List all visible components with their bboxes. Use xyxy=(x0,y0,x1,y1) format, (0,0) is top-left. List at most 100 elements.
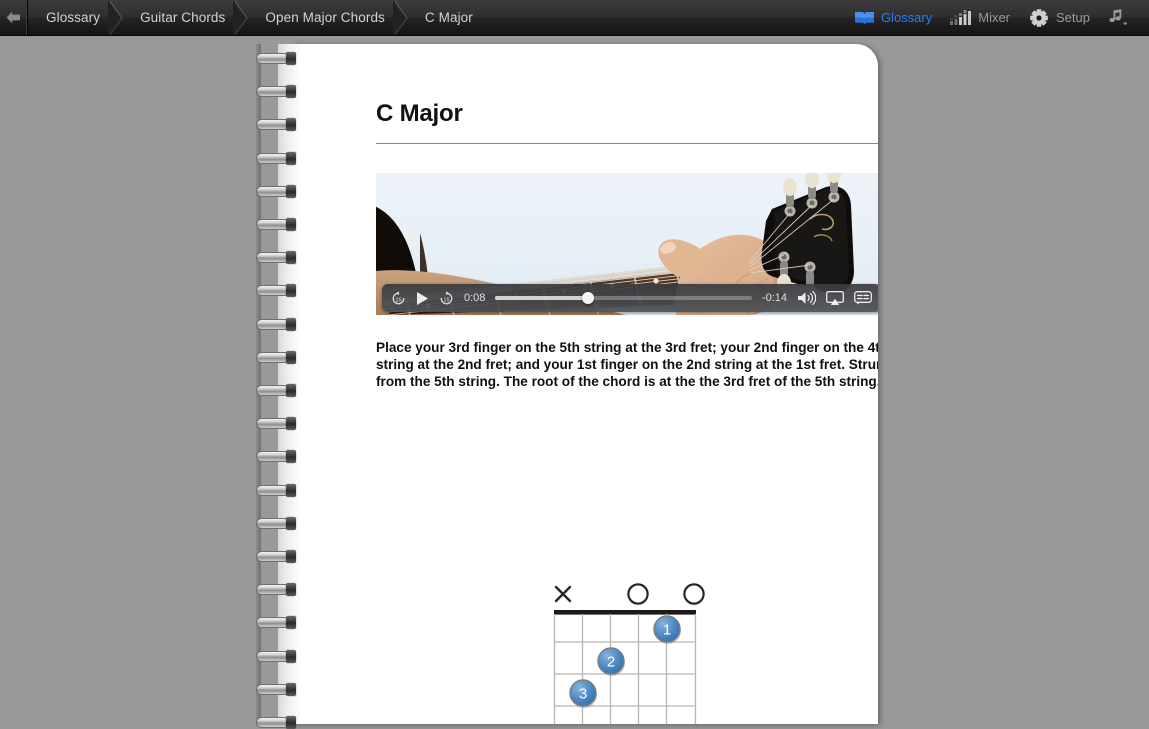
svg-text:3: 3 xyxy=(579,686,587,703)
breadcrumb: Glossary Guitar Chords Open Major Chords… xyxy=(28,0,495,36)
gear-icon xyxy=(1028,7,1050,29)
binding-ring xyxy=(256,417,296,431)
binding-ring-wire xyxy=(256,551,290,562)
binding-ring-cap xyxy=(286,417,296,431)
toolbar-item-music-note[interactable] xyxy=(1099,0,1143,36)
page-content: C Major 15 15 0:08 -0:14 Place your 3rd … xyxy=(376,100,878,390)
video-scrubber[interactable] xyxy=(495,292,752,304)
binding-ring xyxy=(256,516,296,530)
remaining-time: -0:14 xyxy=(761,292,787,304)
video-progress-fill xyxy=(495,296,588,300)
top-toolbar: Glossary Guitar Chords Open Major Chords… xyxy=(0,0,1149,36)
marker-mute-string-6 xyxy=(554,585,572,603)
binding-ring-wire xyxy=(256,219,290,230)
binding-ring-cap xyxy=(286,483,296,497)
binding-ring xyxy=(256,85,296,99)
toolbar-item-setup[interactable]: Setup xyxy=(1019,0,1099,36)
binding-ring xyxy=(256,118,296,132)
svg-text:1: 1 xyxy=(663,622,671,639)
binding-ring-wire xyxy=(256,584,290,596)
binding-ring-wire xyxy=(256,385,290,396)
chord-nut xyxy=(554,610,696,615)
binding-ring xyxy=(256,450,296,464)
toolbar-item-mixer-label: Mixer xyxy=(978,10,1011,25)
mixer-icon xyxy=(950,9,972,26)
binding-ring-wire xyxy=(256,617,290,629)
binding-ring-cap xyxy=(286,218,296,231)
binding-ring-wire xyxy=(256,152,290,164)
rewind-15-icon[interactable]: 15 xyxy=(391,290,406,306)
notebook: C Major 15 15 0:08 -0:14 Place your 3rd … xyxy=(248,44,878,729)
binding-ring-cap xyxy=(286,151,296,165)
binding-ring-wire xyxy=(256,285,290,297)
notebook-page: C Major 15 15 0:08 -0:14 Place your 3rd … xyxy=(292,44,878,724)
svg-text:15: 15 xyxy=(395,297,401,303)
volume-icon[interactable] xyxy=(797,291,816,305)
binding-ring-wire xyxy=(256,53,290,64)
airplay-icon[interactable] xyxy=(826,290,844,306)
binding-rings xyxy=(248,44,308,729)
toolbar-right-group: Glossary Mixer Setup xyxy=(845,0,1149,35)
binding-ring xyxy=(256,483,296,497)
toolbar-item-glossary[interactable]: Glossary xyxy=(845,0,941,36)
breadcrumb-label-3: C Major xyxy=(424,10,473,25)
binding-ring-cap xyxy=(286,85,296,99)
chord-string-markers xyxy=(554,583,705,605)
binding-ring-wire xyxy=(256,86,290,98)
marker-open-string-1 xyxy=(683,583,705,605)
binding-ring xyxy=(256,52,296,65)
breadcrumb-label-0: Glossary xyxy=(46,10,101,25)
binding-ring-wire xyxy=(256,484,290,496)
binding-ring-cap xyxy=(286,251,296,265)
binding-ring-wire xyxy=(256,252,290,264)
binding-ring-cap xyxy=(286,450,296,464)
toolbar-item-mixer[interactable]: Mixer xyxy=(941,0,1019,36)
finger-dot-2: 2 xyxy=(597,647,625,676)
chord-diagram: 1 2 3 xyxy=(376,572,878,724)
binding-ring xyxy=(256,616,296,630)
video-controls: 15 15 0:08 -0:14 xyxy=(382,284,878,312)
chord-finger-dots: 1 2 3 xyxy=(569,615,681,708)
binding-ring xyxy=(256,583,296,597)
binding-ring xyxy=(256,151,296,165)
breadcrumb-item-2[interactable]: Open Major Chords xyxy=(247,0,408,36)
binding-ring xyxy=(256,184,296,198)
binding-ring-cap xyxy=(286,550,296,563)
binding-ring-cap xyxy=(286,649,296,663)
binding-ring-cap xyxy=(286,118,296,132)
binding-ring-wire xyxy=(256,451,290,463)
video-scrubber-knob[interactable] xyxy=(581,292,594,304)
chord-diagram-svg: 1 2 3 xyxy=(553,583,705,724)
play-icon[interactable] xyxy=(416,291,429,306)
binding-ring-cap xyxy=(286,317,296,331)
finger-dot-3: 3 xyxy=(569,679,597,708)
marker-open-string-2 xyxy=(627,583,649,605)
binding-ring-wire xyxy=(256,683,290,695)
forward-15-icon[interactable]: 15 xyxy=(439,290,454,306)
binding-ring-wire xyxy=(256,351,290,363)
svg-text:2: 2 xyxy=(607,654,615,671)
video-player[interactable]: 15 15 0:08 -0:14 xyxy=(376,173,878,315)
page-title: C Major xyxy=(376,100,463,127)
binding-ring-wire xyxy=(256,185,290,197)
captions-icon[interactable] xyxy=(854,291,872,305)
binding-ring-wire xyxy=(256,119,290,131)
current-time: 0:08 xyxy=(464,292,486,304)
binding-ring-cap xyxy=(286,184,296,198)
binding-ring-cap xyxy=(286,350,296,364)
breadcrumb-item-0[interactable]: Glossary xyxy=(28,0,124,36)
binding-ring-wire xyxy=(256,418,290,430)
binding-ring xyxy=(256,284,296,298)
binding-ring-cap xyxy=(286,284,296,298)
binding-ring-cap xyxy=(286,616,296,630)
binding-ring-cap xyxy=(286,384,296,397)
binding-ring-wire xyxy=(256,717,290,728)
breadcrumb-item-1[interactable]: Guitar Chords xyxy=(122,0,249,36)
binding-ring xyxy=(256,384,296,397)
breadcrumb-item-3[interactable]: C Major xyxy=(407,0,495,35)
binding-ring-cap xyxy=(286,583,296,597)
back-button[interactable] xyxy=(0,0,28,35)
svg-text:15: 15 xyxy=(443,297,449,303)
binding-ring xyxy=(256,350,296,364)
